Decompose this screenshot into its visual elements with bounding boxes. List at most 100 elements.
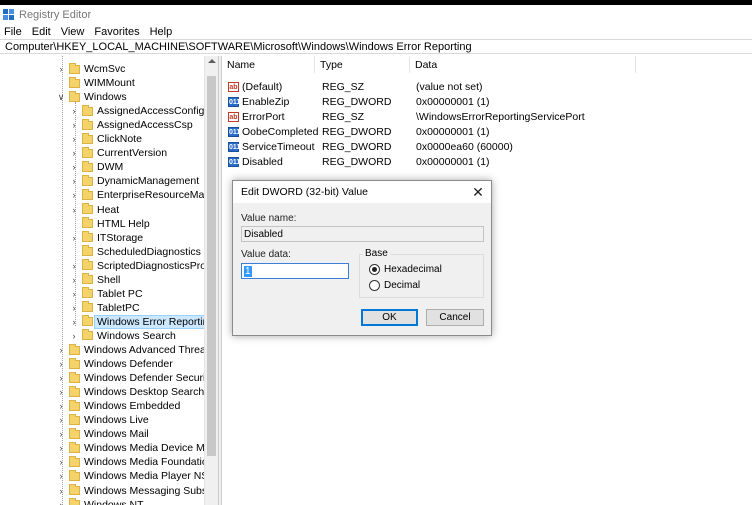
value-data-label: Value data: [241,249,291,260]
tree-item[interactable]: › TabletPC [69,301,140,315]
chevron-right-icon[interactable]: › [56,345,66,355]
tree-item[interactable]: › Windows Error Reporting [69,314,218,329]
tree-item[interactable]: › EnterpriseResourceManag [69,188,218,202]
tree-item[interactable]: › Windows NT [56,498,144,505]
folder-icon [82,287,93,299]
chevron-right-icon[interactable]: › [69,303,79,313]
tree-item[interactable]: › AssignedAccessCsp [69,118,193,132]
chevron-right-icon[interactable]: › [56,415,66,425]
value-name: Disabled [242,156,283,168]
chevron-right-icon[interactable]: › [69,120,79,130]
column-header-type[interactable]: Type [315,56,410,73]
menu-help[interactable]: Help [150,26,173,38]
tree-item[interactable]: › ITStorage [69,231,143,245]
chevron-right-icon[interactable]: › [69,233,79,243]
tree-item[interactable]: › Windows Embedded [56,399,180,413]
chevron-right-icon[interactable]: › [56,457,66,467]
value-row[interactable]: ab ErrorPort REG_SZ \WindowsErrorReportingS… [222,110,752,125]
tree-item[interactable]: › Windows Media Device Mana [56,441,218,455]
chevron-right-icon[interactable]: › [56,373,66,383]
chevron-right-icon[interactable]: › [69,261,79,271]
tree-item-label: Windows Media Player NSS [84,470,216,483]
tree-item[interactable]: › Heat [69,203,119,217]
column-header-name[interactable]: Name [222,56,315,73]
chevron-right-icon[interactable]: › [69,331,79,341]
tree-item[interactable]: › Windows Search [69,329,176,343]
column-header-data[interactable]: Data [410,56,636,73]
chevron-right-icon[interactable]: › [69,317,79,327]
value-row[interactable]: ab (Default) REG_SZ (value not set) [222,80,752,95]
tree-item[interactable]: › Windows Mail [56,427,149,441]
value-data-field[interactable]: 1 [241,263,349,279]
tree-item[interactable]: › Tablet PC [69,287,143,301]
chevron-right-icon[interactable]: › [69,176,79,186]
tree-item[interactable]: ScheduledDiagnostics [69,245,201,259]
tree-item[interactable]: › Windows Media Player NSS [56,469,215,483]
chevron-right-icon[interactable]: › [56,471,66,481]
decimal-radio[interactable]: Decimal [369,280,420,291]
chevron-right-icon[interactable]: › [56,359,66,369]
tree-item[interactable]: › DynamicManagement [69,174,199,188]
value-row[interactable]: 011 EnableZip REG_DWORD 0x00000001 (1) [222,95,752,110]
chevron-right-icon[interactable]: › [69,205,79,215]
chevron-right-icon[interactable]: › [56,429,66,439]
value-name-field[interactable]: Disabled [241,226,484,242]
chevron-right-icon[interactable]: › [69,162,79,172]
value-type: REG_DWORD [322,156,392,168]
chevron-right-icon[interactable]: › [69,106,79,116]
tree-item[interactable]: ∨ Windows [56,90,127,104]
tree-item[interactable]: › Windows Live [56,413,149,427]
tree-item[interactable]: › Windows Defender Security C [56,371,218,385]
tree-item[interactable]: › ScriptedDiagnosticsProvid [69,259,218,273]
tree-item[interactable]: › Windows Desktop Search [56,385,204,399]
menu-file[interactable]: File [4,26,22,38]
close-icon[interactable]: ✕ [470,184,486,200]
value-name: EnableZip [242,96,290,108]
tree-item[interactable]: › ClickNote [69,132,142,146]
chevron-right-icon[interactable]: › [56,64,66,74]
radio-checked-icon[interactable] [369,264,380,275]
menu-favorites[interactable]: Favorites [94,26,139,38]
chevron-right-icon[interactable]: › [56,401,66,411]
tree-item[interactable]: WIMMount [56,76,135,90]
tree-item[interactable]: › AssignedAccessConfigura [69,104,218,118]
tree-item-label: ScriptedDiagnosticsProvid [97,259,218,272]
tree-item[interactable]: › Windows Messaging Subsyste [56,484,218,498]
tree-item[interactable]: › Windows Advanced Threat Pr [56,343,218,357]
tree-item-label: Windows Media Foundation [84,456,214,469]
chevron-right-icon[interactable]: › [56,500,66,505]
cancel-button[interactable]: Cancel [426,309,484,326]
tree-item[interactable]: › Windows Media Foundation [56,455,214,469]
chevron-right-icon[interactable]: › [69,148,79,158]
chevron-right-icon[interactable]: › [69,190,79,200]
chevron-right-icon[interactable]: › [69,289,79,299]
address-bar[interactable]: Computer\HKEY_LOCAL_MACHINE\SOFTWARE\Mic… [0,39,752,54]
value-row[interactable]: 011 ServiceTimeout REG_DWORD 0x0000ea60 (60… [222,140,752,155]
tree-item[interactable]: HTML Help [69,217,150,231]
hexadecimal-radio[interactable]: Hexadecimal [369,264,442,275]
radio-unchecked-icon[interactable] [369,280,380,291]
chevron-right-icon[interactable]: › [56,486,66,496]
chevron-right-icon[interactable]: › [69,275,79,285]
tree-item[interactable]: › Shell [69,273,120,287]
tree-scrollbar[interactable] [204,56,218,505]
tree-item[interactable]: › WcmSvc [56,62,125,76]
value-row[interactable]: 011 Disabled REG_DWORD 0x00000001 (1) [222,155,752,170]
chevron-right-icon[interactable]: › [69,134,79,144]
tree-item[interactable]: › DWM [69,160,123,174]
menu-edit[interactable]: Edit [32,26,51,38]
tree-scroll-thumb[interactable] [207,76,216,456]
menu-view[interactable]: View [61,26,85,38]
chevron-down-icon[interactable]: ∨ [56,92,66,103]
title-bar: Registry Editor [0,5,752,24]
tree-item[interactable]: › CurrentVersion [69,146,167,160]
tree-item[interactable]: › Windows Defender [56,357,173,371]
folder-icon [69,343,80,355]
ok-button[interactable]: OK [361,309,418,326]
tree-item-label: HTML Help [97,217,150,230]
chevron-right-icon[interactable]: › [56,443,66,453]
tree-item-label: ScheduledDiagnostics [97,245,201,258]
value-row[interactable]: 011 OobeCompleted REG_DWORD 0x00000001 (1) [222,125,752,140]
scroll-up-icon[interactable] [208,59,216,63]
chevron-right-icon[interactable]: › [56,387,66,397]
